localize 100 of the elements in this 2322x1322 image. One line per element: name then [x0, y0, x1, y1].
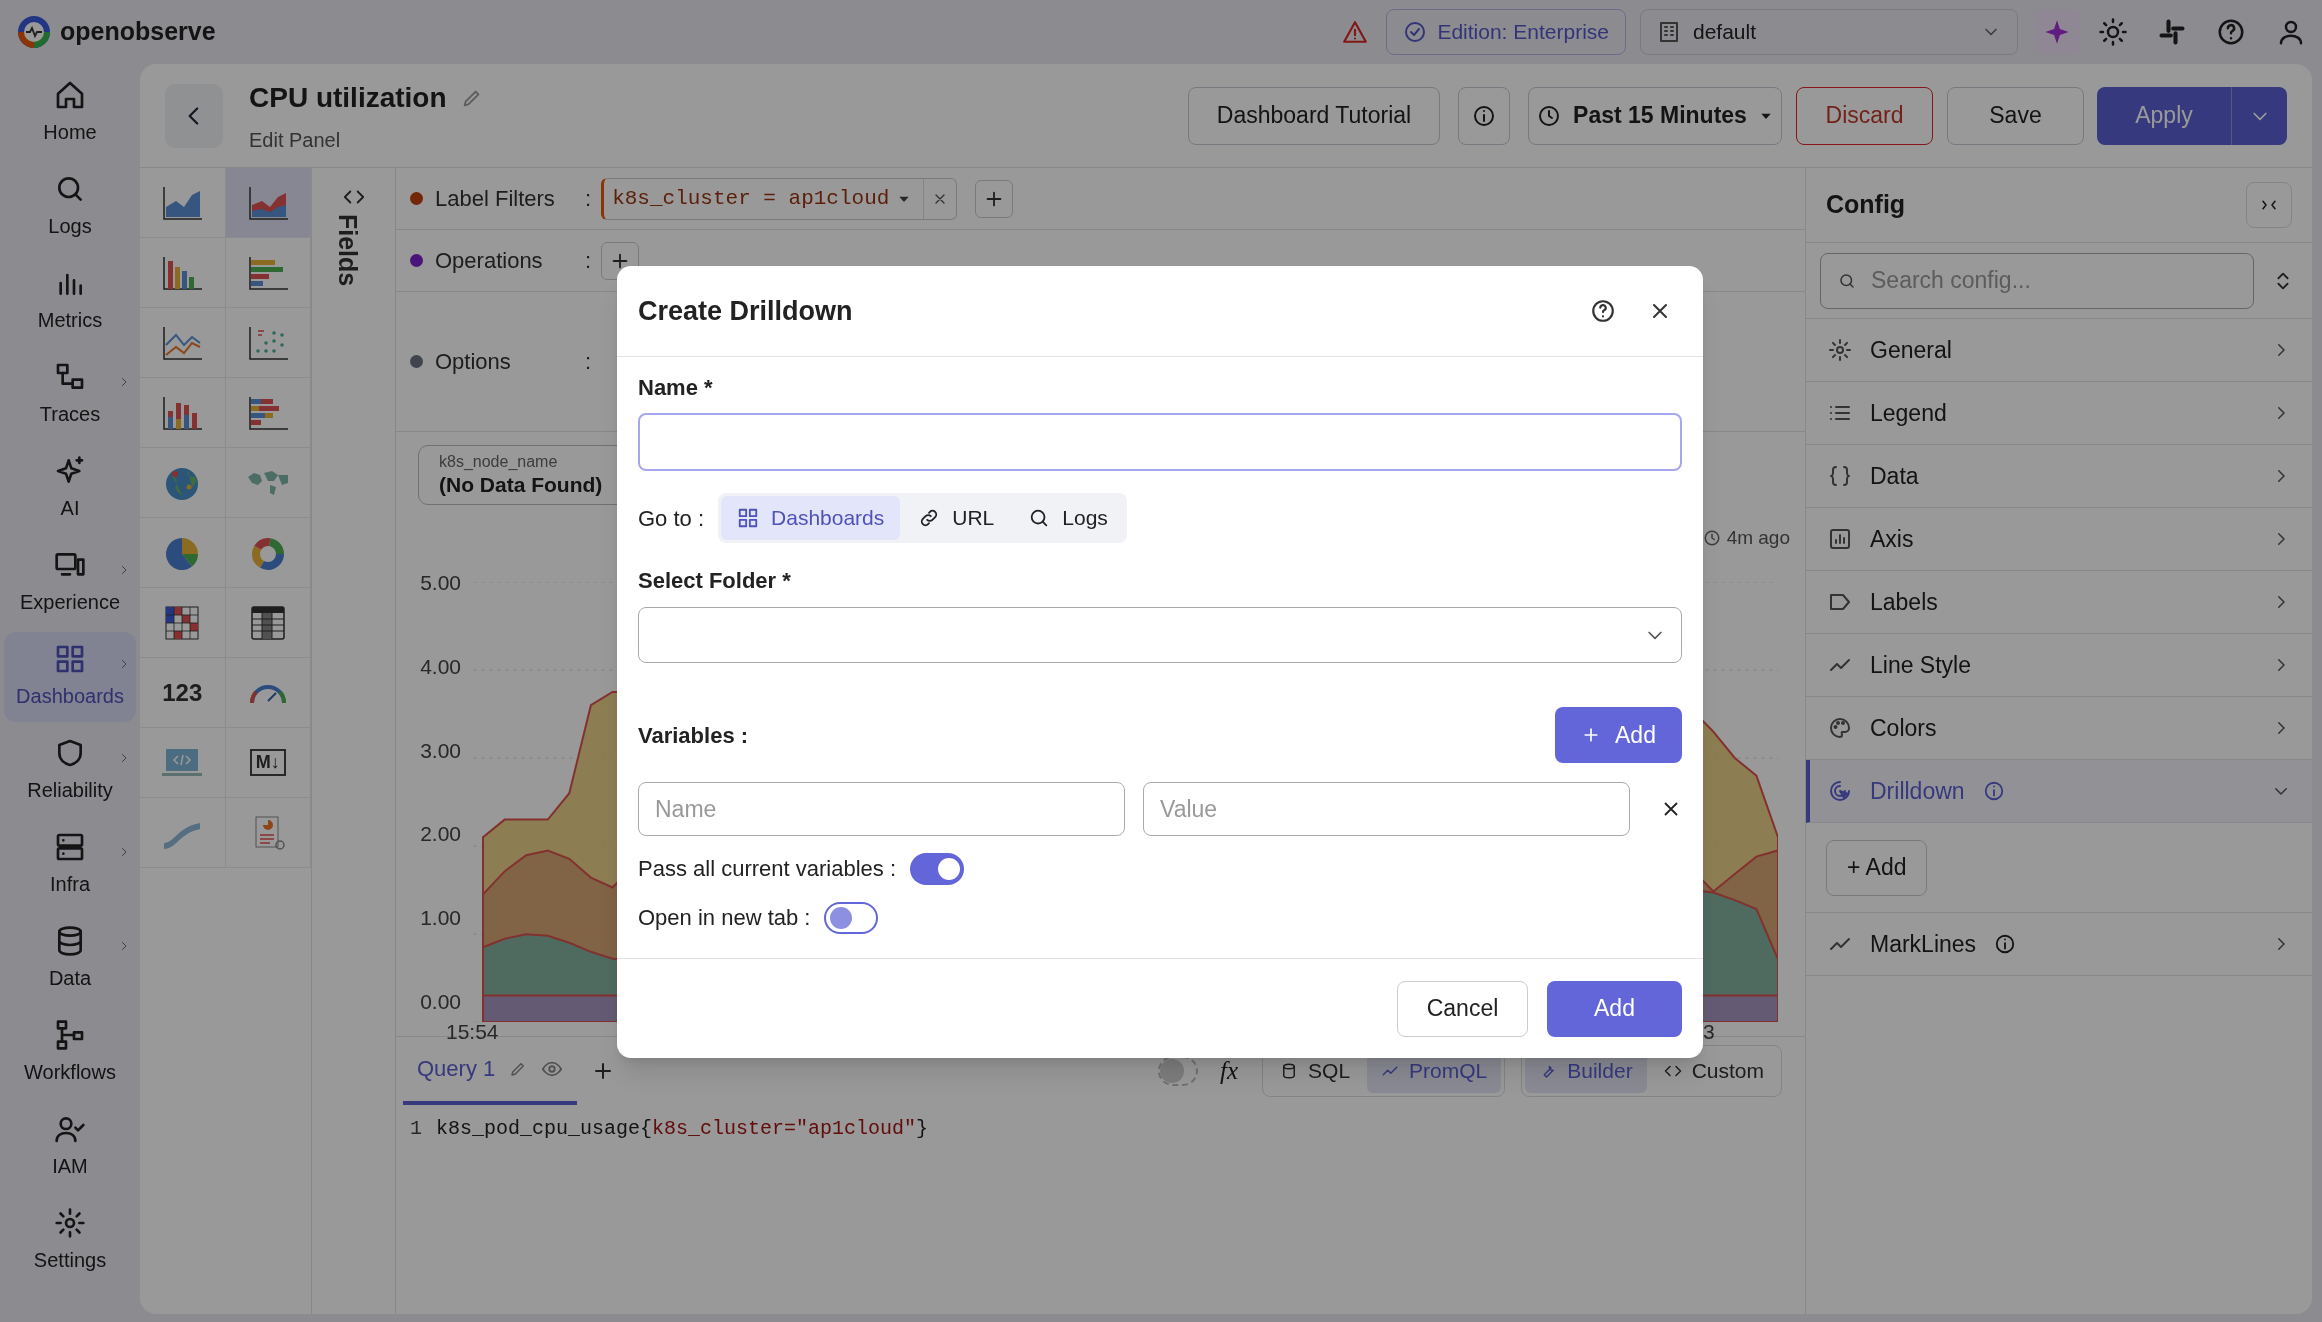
config-section[interactable]: Legend [1806, 382, 2312, 445]
target-pointer-icon [1828, 779, 1852, 803]
chart-type-button[interactable] [225, 378, 311, 448]
axis-label: 3.00 [420, 739, 461, 761]
mode-tab[interactable]: Custom [1649, 1048, 1778, 1093]
palette-icon [1828, 716, 1852, 740]
markdown-label: M↓ [249, 749, 286, 776]
chart-type-button[interactable] [140, 238, 226, 308]
info-icon [1982, 780, 2005, 802]
config-section[interactable]: Line Style [1806, 634, 2312, 697]
chart-type-button[interactable] [225, 308, 311, 378]
time-range-button[interactable]: Past 15 Minutes [1528, 86, 1782, 145]
chart-type-button[interactable] [140, 588, 226, 658]
nav-item[interactable]: Settings [4, 1196, 136, 1286]
search-field[interactable]: Search config... [1820, 252, 2254, 309]
chart-type-button[interactable] [140, 168, 226, 238]
nav-item[interactable]: IAM [4, 1102, 136, 1192]
info-icon [1994, 933, 2017, 955]
name-field[interactable] [638, 413, 1682, 471]
config-section[interactable]: Labels [1806, 571, 2312, 634]
separator-colon: : [585, 247, 592, 275]
nav-item[interactable]: Metrics [4, 256, 136, 346]
nav-item[interactable]: Traces [4, 350, 136, 440]
dialog-title: Create Drilldown [638, 294, 854, 328]
discard-button[interactable]: Discard [1796, 86, 1933, 145]
search-icon [1838, 271, 1856, 290]
toggle-switch[interactable] [910, 852, 964, 885]
folder-select[interactable] [638, 607, 1682, 663]
nav-item[interactable]: Dashboards [4, 632, 136, 722]
warning-icon[interactable] [1342, 19, 1369, 45]
chart-type-button[interactable] [225, 238, 311, 308]
variable-value-field[interactable]: Value [1143, 782, 1630, 836]
code-line[interactable]: k8s_pod_cpu_usage{k8s_cluster="ap1cloud"} [436, 1114, 929, 1144]
chart-type-button[interactable] [225, 168, 311, 238]
nav-item[interactable]: Reliability [4, 726, 136, 816]
config-section[interactable]: General [1806, 319, 2312, 382]
chart-type-button[interactable] [225, 658, 311, 728]
axis-label: 0.00 [420, 991, 461, 1012]
field-label: Select Folder * [638, 567, 792, 595]
help-icon[interactable] [1590, 298, 1616, 324]
organization-select[interactable]: default [1640, 9, 2018, 55]
config-section[interactable]: MarkLines [1806, 913, 2312, 976]
info-button[interactable] [1458, 86, 1510, 145]
help-icon[interactable] [2216, 17, 2246, 47]
axis-label: 2.00 [420, 823, 461, 845]
axis-label: 5.00 [420, 572, 461, 593]
field-label: Name * [638, 374, 714, 402]
ai-assistant-button[interactable] [2034, 9, 2080, 55]
chart-type-button[interactable] [225, 518, 311, 588]
chart-type-button[interactable]: 123 [140, 658, 226, 728]
clock-icon [1537, 103, 1562, 128]
chart-type-button[interactable] [225, 588, 311, 658]
save-button[interactable]: Save [1947, 86, 2084, 145]
chart-type-button[interactable] [140, 518, 226, 588]
nav-item[interactable]: Logs [4, 162, 136, 252]
target-tab[interactable]: Dashboards [721, 496, 901, 540]
nav-item[interactable]: Data [4, 914, 136, 1004]
server-icon [54, 831, 86, 863]
edition-badge[interactable]: Edition: Enterprise [1386, 9, 1626, 55]
tutorial-button[interactable]: Dashboard Tutorial [1188, 86, 1440, 145]
variable-name-field[interactable]: Name [638, 782, 1125, 836]
toggle-switch[interactable] [824, 901, 879, 934]
toggle-label: Pass all current variables : [638, 855, 896, 883]
apply-button[interactable]: Apply [2097, 86, 2231, 145]
panel-subtitle: Edit Panel [249, 127, 342, 153]
separator-colon: : [585, 348, 592, 376]
nav-item[interactable]: AI [4, 444, 136, 534]
config-section[interactable]: Data [1806, 445, 2312, 508]
filter-chip[interactable]: k8s_cluster = ap1cloud [601, 177, 958, 220]
nav-item[interactable]: Experience [4, 538, 136, 628]
add-variable-button[interactable]: Add [1555, 707, 1682, 763]
config-section[interactable]: Drilldown [1806, 760, 2312, 823]
field-label: Go to : [638, 504, 705, 533]
config-section[interactable]: Axis [1806, 508, 2312, 571]
target-tab[interactable]: Logs [1012, 496, 1124, 540]
target-tab[interactable]: URL [902, 496, 1011, 540]
mode-tab[interactable]: SQL [1266, 1048, 1365, 1093]
clock-icon [1702, 529, 1721, 548]
nav-item[interactable]: Home [4, 68, 136, 158]
apply-options-button[interactable] [2231, 86, 2287, 145]
toggle-label: Open in new tab : [638, 904, 811, 932]
refresh-time: 4m ago [1726, 526, 1790, 550]
submit-button[interactable]: Add [1547, 980, 1682, 1037]
chart-type-button[interactable]: M↓ [225, 728, 311, 798]
cancel-button[interactable]: Cancel [1397, 980, 1528, 1037]
nav-item[interactable]: Infra [4, 820, 136, 910]
chart-type-button[interactable] [140, 378, 226, 448]
sun-icon[interactable] [2098, 17, 2128, 47]
chart-type-button[interactable] [140, 308, 226, 378]
chart-type-button[interactable] [140, 448, 226, 518]
nav-item[interactable]: Workflows [4, 1008, 136, 1098]
add-drilldown-button[interactable]: + Add [1826, 839, 1928, 896]
logo-icon [16, 14, 52, 50]
axis-icon [1828, 527, 1852, 551]
config-title: Config [1826, 189, 1906, 221]
badge-check-icon [1403, 20, 1428, 44]
row-label: Operations [435, 247, 544, 275]
hash-icon[interactable] [2158, 18, 2186, 46]
fields-toggle[interactable]: Fields [341, 214, 366, 287]
row-label: Label Filters [435, 185, 556, 213]
